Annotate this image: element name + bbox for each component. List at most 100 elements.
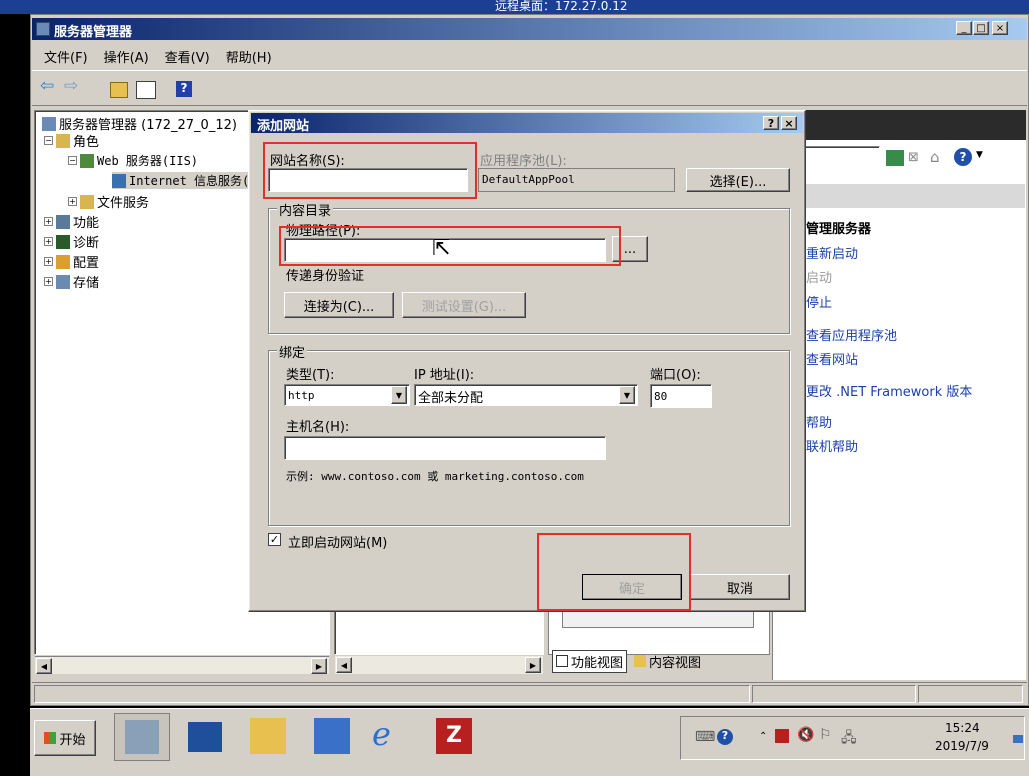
annotation-site-name [263,142,477,199]
start-label: 开始 [59,732,86,748]
home-icon[interactable]: ⌂ [930,148,946,166]
chevron-down-icon[interactable]: ▼ [619,386,635,404]
stop-icon[interactable]: ⊠ [908,150,924,166]
tree-storage-label: 存储 [73,276,100,291]
host-name-input[interactable] [284,436,606,460]
go-icon[interactable] [886,150,904,166]
server-manager-icon [36,22,50,36]
action-change-dotnet[interactable]: 更改 .NET Framework 版本 [806,381,972,400]
start-now-label: 立即启动网站(M) [288,536,388,551]
cancel-button[interactable]: 取消 [690,574,790,600]
forward-arrow-icon[interactable]: ⇨ [64,76,82,96]
status-pane-main [34,685,750,703]
show-hide-tree-icon[interactable] [136,81,156,99]
back-arrow-icon[interactable]: ⇦ [40,76,58,96]
action-online-help[interactable]: 联机帮助 [806,436,858,455]
expand-icon[interactable]: + [68,197,77,206]
tree-diagnostics[interactable]: + 诊断 [44,232,99,251]
status-pane-3 [918,685,1023,703]
menu-help[interactable]: 帮助(H) [218,43,280,67]
feature-view-tab[interactable]: 功能视图 [552,649,628,673]
scroll-right-button[interactable]: ▶ [525,657,541,673]
network-icon[interactable]: 🖧 [841,727,857,751]
expand-icon[interactable]: + [44,257,53,266]
chevron-down-icon[interactable]: ▼ [976,150,983,160]
ip-select[interactable]: 全部未分配 ▼ [414,384,638,406]
action-view-sites[interactable]: 查看网站 [806,349,858,368]
tree-configuration[interactable]: + 配置 [44,252,99,271]
minimize-button[interactable]: _ [956,21,972,35]
app-pool-value: DefaultAppPool [482,173,575,186]
keyboard-icon[interactable]: ⌨ [695,729,715,745]
actions-panel-header [772,110,1026,140]
expand-icon[interactable]: + [44,237,53,246]
filezilla-icon[interactable]: Z [436,718,472,754]
flag-icon[interactable]: ⚐ [819,727,832,743]
main-title-bar: 服务器管理器 _ □ × [32,18,1027,40]
port-input[interactable]: 80 [650,384,712,408]
close-window-button[interactable]: × [992,21,1008,35]
select-app-pool-button[interactable]: 选择(E)... [686,168,790,192]
control-panel-icon[interactable] [314,718,350,754]
feature-view-icon [556,655,568,667]
storage-icon [56,274,70,289]
middle-hscrollbar[interactable]: ◀ ▶ [335,656,543,674]
menu-file[interactable]: 文件(F) [32,43,96,67]
app-pool-field: DefaultAppPool [478,168,675,192]
menu-view[interactable]: 查看(V) [157,43,218,67]
web-server-icon [80,153,94,168]
expand-icon[interactable]: + [44,217,53,226]
server-manager-icon [125,720,159,754]
menu-action[interactable]: 操作(A) [96,43,157,67]
action-help[interactable]: 帮助 [806,412,832,431]
collapse-icon[interactable]: − [44,136,53,145]
show-desktop-icon[interactable] [1013,735,1023,743]
explorer-icon[interactable] [250,718,286,754]
dialog-help-button[interactable]: ? [763,116,779,130]
menu-bar: 文件(F) 操作(A) 查看(V) 帮助(H) [32,43,1027,67]
content-view-tab[interactable]: 内容视图 [631,651,704,672]
action-restart[interactable]: 重新启动 [806,243,858,262]
host-name-label: 主机名(H): [286,420,350,435]
clock-time[interactable]: 15:24 [945,721,980,735]
tree-roles[interactable]: − 角色 [44,131,99,150]
start-button[interactable]: 开始 [34,720,96,756]
status-pane-2 [752,685,916,703]
expand-icon[interactable]: + [44,277,53,286]
internet-explorer-icon[interactable]: ℯ [372,718,408,754]
dialog-title: 添加网站 [257,119,310,134]
powershell-icon[interactable] [188,722,222,752]
help-circle-icon[interactable]: ? [954,148,972,166]
tree-features[interactable]: + 功能 [44,212,99,231]
chevron-up-icon[interactable]: ⌃ [759,731,767,742]
scroll-left-button[interactable]: ◀ [36,658,52,674]
content-view-label: 内容视图 [649,655,702,671]
help-tray-icon[interactable]: ? [717,729,733,745]
pass-auth-label: 传递身份验证 [286,269,365,284]
maximize-button[interactable]: □ [973,21,989,35]
file-services-icon [80,194,94,209]
action-stop[interactable]: 停止 [806,292,832,311]
start-now-checkbox[interactable]: ✓ [268,533,281,546]
dialog-close-button[interactable]: × [781,116,797,130]
clock-date[interactable]: 2019/7/9 [935,739,989,753]
type-select[interactable]: http ▼ [284,384,410,406]
scroll-right-button[interactable]: ▶ [311,658,327,674]
scroll-left-button[interactable]: ◀ [336,657,352,673]
tree-web-server[interactable]: − Web 服务器(IIS) [68,152,198,169]
collapse-icon[interactable]: − [68,156,77,165]
connect-as-button[interactable]: 连接为(C)... [284,292,394,318]
filezilla-tray-icon[interactable] [775,729,789,743]
chevron-down-icon[interactable]: ▼ [391,386,407,404]
tree-hscrollbar[interactable]: ◀ ▶ [35,656,329,674]
action-view-app-pools[interactable]: 查看应用程序池 [806,325,897,344]
tree-web-server-label: Web 服务器(IIS) [97,154,199,168]
volume-muted-icon[interactable]: 🔇 [797,727,814,743]
tree-file-services[interactable]: + 文件服务 [68,192,149,211]
port-label: 端口(O): [650,368,701,383]
content-view-icon [634,655,647,667]
taskbar-server-manager[interactable] [114,713,170,761]
tree-storage[interactable]: + 存储 [44,272,99,291]
up-folder-icon[interactable] [110,82,128,98]
help-icon[interactable]: ? [176,81,192,97]
